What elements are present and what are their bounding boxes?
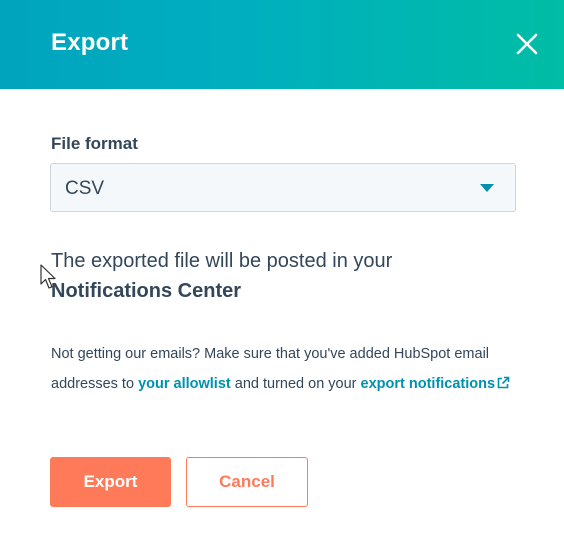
export-dialog: Export File format CSV The exported file… (0, 0, 564, 535)
close-icon (516, 33, 538, 55)
caret-down-icon (480, 184, 494, 192)
export-notifications-link-label: export notifications (360, 376, 496, 392)
allowlist-link[interactable]: your allowlist (138, 376, 231, 392)
dialog-title: Export (51, 29, 129, 56)
notifications-center-text: Notifications Center (51, 280, 242, 302)
file-format-select[interactable]: CSV (50, 163, 516, 212)
close-button[interactable] (511, 28, 543, 60)
export-button[interactable]: Export (50, 457, 171, 507)
cancel-button[interactable]: Cancel (186, 457, 308, 507)
file-format-value: CSV (65, 178, 105, 199)
file-format-label: File format (51, 134, 138, 153)
export-notifications-link[interactable]: export notifications (361, 376, 511, 392)
external-link-icon (497, 376, 510, 389)
email-note: Not getting our emails? Make sure that y… (51, 339, 531, 399)
mouse-cursor-icon (40, 264, 56, 289)
description-text: The exported file will be posted in your (51, 250, 393, 272)
dialog-header: Export (0, 0, 564, 89)
note-text-2: and turned on your (234, 376, 357, 392)
export-description: The exported file will be posted in your… (51, 246, 521, 306)
